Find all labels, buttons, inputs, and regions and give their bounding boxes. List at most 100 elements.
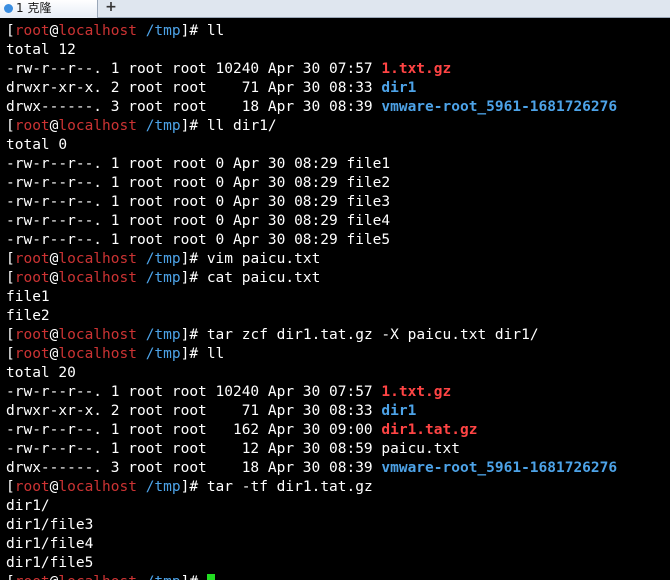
file-metadata: drwxr-xr-x. 2 root root 71 Apr 30 08:33: [6, 403, 382, 419]
prompt-suffix: ]#: [181, 574, 207, 580]
file-metadata: -rw-r--r--. 1 root root 0 Apr 30 08:29: [6, 232, 347, 248]
prompt-user: root: [14, 327, 50, 343]
file-name: file1: [346, 156, 391, 172]
file-metadata: -rw-r--r--. 1 root root 162 Apr 30 09:00: [6, 422, 382, 438]
prompt-bracket: [: [6, 346, 15, 362]
output-text: file2: [6, 308, 50, 324]
file-name: paicu.txt: [381, 441, 460, 457]
session-tab-bar: 1 克隆 +: [0, 0, 670, 18]
prompt-host: localhost: [58, 479, 137, 495]
output-text: file1: [6, 289, 50, 305]
prompt-path: /tmp: [145, 23, 181, 39]
prompt-bracket: [: [6, 23, 15, 39]
prompt-suffix: ]#: [180, 23, 207, 39]
prompt-host: localhost: [58, 346, 137, 362]
prompt-bracket: [: [6, 574, 15, 580]
file-name: dir1: [381, 80, 417, 96]
prompt-suffix: ]#: [180, 118, 207, 134]
output-text: dir1/file3: [6, 517, 94, 533]
prompt-host: localhost: [58, 118, 137, 134]
file-name: file4: [346, 213, 391, 229]
terminal-line: total 20: [6, 364, 666, 383]
output-text: total 20: [6, 365, 76, 381]
prompt-user: root: [14, 118, 50, 134]
command-text: cat paicu.txt: [206, 270, 321, 286]
terminal-line: [root@localhost /tmp]# ll: [6, 345, 666, 364]
file-name: vmware-root_5961-1681726276: [381, 99, 618, 115]
terminal-line: dir1/file5: [6, 554, 666, 573]
terminal-line: dir1/file3: [6, 516, 666, 535]
terminal-window: 1 克隆 + [root@localhost /tmp]# ll total 12…: [0, 0, 670, 580]
prompt-path: /tmp: [145, 251, 181, 267]
session-status-icon: [4, 4, 13, 13]
file-metadata: -rw-r--r--. 1 root root 0 Apr 30 08:29: [6, 213, 347, 229]
file-name: dir1.tat.gz: [381, 422, 478, 438]
terminal-output[interactable]: [root@localhost /tmp]# ll total 12 -rw-r--…: [6, 22, 666, 580]
file-metadata: -rw-r--r--. 1 root root 0 Apr 30 08:29: [6, 194, 347, 210]
terminal-line: dir1/: [6, 497, 666, 516]
prompt-suffix: ]#: [180, 270, 207, 286]
terminal-line: drwx------. 3 root root 18 Apr 30 08:39 …: [6, 459, 666, 478]
terminal-line: total 0: [6, 136, 666, 155]
output-text: total 0: [6, 137, 68, 153]
terminal-line: dir1/file4: [6, 535, 666, 554]
terminal-line: [root@localhost /tmp]# ll dir1/: [6, 117, 666, 136]
terminal-line: drwxr-xr-x. 2 root root 71 Apr 30 08:33 …: [6, 79, 666, 98]
prompt-path: /tmp: [145, 327, 181, 343]
prompt-user: root: [14, 479, 50, 495]
prompt-host: localhost: [58, 327, 137, 343]
prompt-bracket: [: [6, 251, 15, 267]
terminal-line: [root@localhost /tmp]# vim paicu.txt: [6, 250, 666, 269]
command-text: ll: [206, 23, 225, 39]
prompt-bracket: [: [6, 327, 15, 343]
file-metadata: -rw-r--r--. 1 root root 0 Apr 30 08:29: [6, 156, 347, 172]
file-name: file5: [346, 232, 391, 248]
file-metadata: drwx------. 3 root root 18 Apr 30 08:39: [6, 99, 382, 115]
terminal-line: total 12: [6, 41, 666, 60]
prompt-user: root: [14, 23, 50, 39]
terminal-line: file1: [6, 288, 666, 307]
file-name: file3: [346, 194, 391, 210]
new-tab-button[interactable]: +: [104, 0, 118, 16]
file-name: 1.txt.gz: [381, 61, 452, 77]
command-text: tar zcf dir1.tat.gz -X paicu.txt dir1/: [206, 327, 539, 343]
terminal-line: -rw-r--r--. 1 root root 0 Apr 30 08:29 f…: [6, 193, 666, 212]
prompt-user: root: [14, 346, 50, 362]
terminal-line: -rw-r--r--. 1 root root 10240 Apr 30 07:…: [6, 383, 666, 402]
file-metadata: -rw-r--r--. 1 root root 10240 Apr 30 07:…: [6, 384, 382, 400]
prompt-bracket: [: [6, 118, 15, 134]
terminal-line: -rw-r--r--. 1 root root 0 Apr 30 08:29 f…: [6, 174, 666, 193]
terminal-line: -rw-r--r--. 1 root root 10240 Apr 30 07:…: [6, 60, 666, 79]
output-text: dir1/file5: [6, 555, 94, 571]
terminal-line: -rw-r--r--. 1 root root 12 Apr 30 08:59 …: [6, 440, 666, 459]
output-text: dir1/: [6, 498, 50, 514]
command-text: vim paicu.txt: [206, 251, 321, 267]
prompt-bracket: [: [6, 270, 15, 286]
output-text: total 12: [6, 42, 76, 58]
prompt-path: /tmp: [145, 479, 181, 495]
prompt-user: root: [15, 574, 50, 580]
command-text: tar -tf dir1.tat.gz: [206, 479, 373, 495]
session-tab-title: 1 克隆: [16, 1, 52, 15]
terminal-line: [root@localhost /tmp]# ll: [6, 22, 666, 41]
terminal-line: [root@localhost /tmp]# cat paicu.txt: [6, 269, 666, 288]
terminal-line: -rw-r--r--. 1 root root 0 Apr 30 08:29 f…: [6, 155, 666, 174]
text-cursor: [206, 574, 215, 580]
prompt-suffix: ]#: [180, 251, 207, 267]
file-metadata: drwxr-xr-x. 2 root root 71 Apr 30 08:33: [6, 80, 382, 96]
output-text: dir1/file4: [6, 536, 94, 552]
terminal-line: -rw-r--r--. 1 root root 0 Apr 30 08:29 f…: [6, 231, 666, 250]
prompt-suffix: ]#: [180, 327, 207, 343]
file-name: vmware-root_5961-1681726276: [381, 460, 618, 476]
file-metadata: drwx------. 3 root root 18 Apr 30 08:39: [6, 460, 382, 476]
prompt-path: /tmp: [145, 346, 181, 362]
terminal-line: [root@localhost /tmp]# tar zcf dir1.tat.…: [6, 326, 666, 345]
prompt-host: localhost: [58, 270, 137, 286]
prompt-path: /tmp: [146, 574, 181, 580]
prompt-user: root: [14, 270, 50, 286]
prompt-host: localhost: [58, 251, 137, 267]
terminal-line: [root@localhost /tmp]#: [6, 573, 666, 580]
terminal-line: file2: [6, 307, 666, 326]
session-tab[interactable]: 1 克隆: [0, 0, 98, 18]
terminal-line: -rw-r--r--. 1 root root 162 Apr 30 09:00…: [6, 421, 666, 440]
